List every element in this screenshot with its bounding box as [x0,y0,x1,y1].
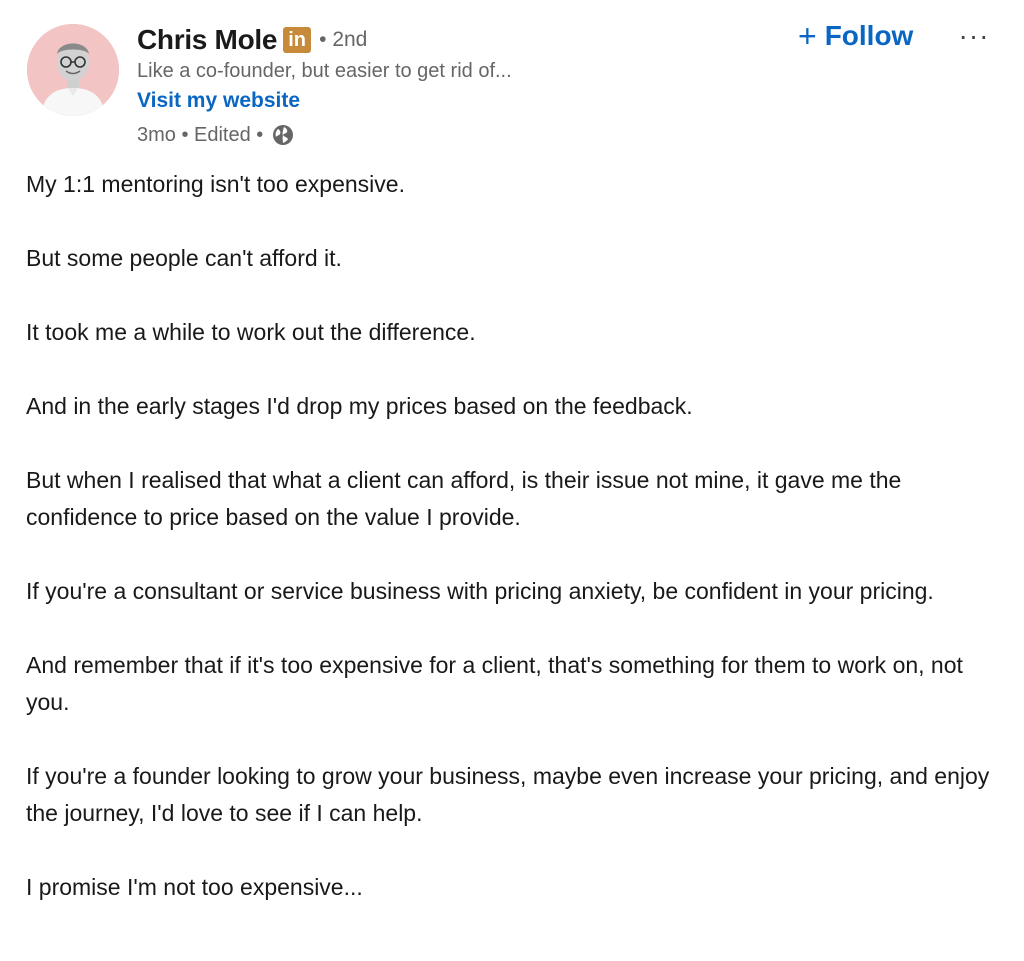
connection-degree: • 2nd [319,28,368,51]
post-paragraph: If you're a founder looking to grow your… [26,763,990,826]
visit-website-link[interactable]: Visit my website [137,89,300,113]
plus-icon: + [798,18,817,54]
follow-button[interactable]: + Follow [792,16,919,56]
post-paragraph: If you're a consultant or service busine… [26,578,934,604]
post-paragraph: My 1:1 mentoring isn't too expensive. [26,171,405,197]
post-paragraph: But some people can't afford it. [26,245,342,271]
post-paragraph: And remember that if it's too expensive … [26,652,963,715]
ellipsis-icon: ··· [958,20,990,51]
linkedin-premium-badge: in [283,27,312,53]
more-options-button[interactable]: ··· [952,18,996,54]
post-paragraph: It took me a while to work out the diffe… [26,319,476,345]
post-timestamp: 3mo • Edited • [137,123,264,146]
post-paragraph: And in the early stages I'd drop my pric… [26,393,693,419]
avatar[interactable] [27,24,119,116]
post-paragraph: I promise I'm not too expensive... [26,874,363,900]
author-name[interactable]: Chris Mole [137,24,277,56]
post-body: My 1:1 mentoring isn't too expensive. Bu… [26,166,1001,943]
actor-name-row: Chris Mole in • 2nd [137,22,367,58]
follow-label: Follow [824,20,914,51]
avatar-photo [27,24,119,116]
feed-post: Chris Mole in • 2nd Like a co-founder, b… [0,0,1024,961]
post-paragraph: But when I realised that what a client c… [26,467,902,530]
author-headline: Like a co-founder, but easier to get rid… [137,60,512,82]
post-meta: 3mo • Edited • [137,120,295,150]
globe-icon [273,125,294,145]
